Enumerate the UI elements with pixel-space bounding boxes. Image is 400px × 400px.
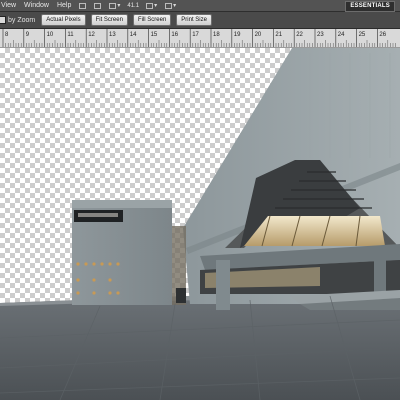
ruler-tick-label: 16 [171, 32, 178, 38]
ruler-tick-label: 26 [379, 32, 386, 38]
ruler-tick-label: 11 [67, 32, 74, 38]
ruler-tick-label: 9 [26, 32, 30, 38]
arrange-icon [146, 2, 154, 9]
bridge-button[interactable] [77, 2, 88, 10]
ruler-tick-label: 21 [275, 32, 282, 38]
ruler-tick-label: 22 [296, 32, 303, 38]
view-extras-button[interactable]: ▾ [107, 2, 122, 10]
minibridge-button[interactable] [92, 2, 103, 10]
column-right [374, 258, 386, 294]
ruler-tick-label: 10 [47, 32, 54, 38]
screen-mode-icon [165, 2, 173, 9]
ruler-tick-label: 18 [213, 32, 220, 38]
column-left [216, 260, 230, 310]
building-photo [0, 48, 400, 400]
ruler-tick-label: 14 [130, 32, 137, 38]
ruler-tick-label: 24 [338, 32, 345, 38]
ruler-tick-label: 17 [192, 32, 199, 38]
options-bar: by Zoom Actual Pixels Fit Screen Fill Sc… [0, 12, 400, 29]
ruler-tick-label: 12 [88, 32, 95, 38]
ruler-tick-label: 13 [109, 32, 116, 38]
horizontal-ruler[interactable]: 8 9 10 11 12 13 14 15 16 17 18 19 20 21 22 23 24 25 26 [0, 29, 400, 48]
workspace-switcher[interactable]: ESSENTIALS [345, 1, 395, 12]
bridge-icon [79, 2, 87, 9]
scrubby-zoom-checkbox[interactable] [0, 16, 6, 24]
screen-mode-button[interactable]: ▾ [163, 2, 178, 10]
ruler-tick-label: 15 [151, 32, 158, 38]
zoom-level[interactable]: 41.1 [127, 3, 139, 9]
menu-view[interactable]: View [0, 0, 20, 11]
actual-pixels-button[interactable]: Actual Pixels [41, 14, 86, 26]
view-extras-icon [109, 2, 117, 9]
ruler-tick-label: 23 [317, 32, 324, 38]
ruler-tick-label: 25 [359, 32, 366, 38]
scrubby-zoom-label: by Zoom [8, 16, 36, 24]
ruler-tick-label: 19 [234, 32, 241, 38]
fill-screen-button[interactable]: Fill Screen [132, 14, 172, 26]
menu-window[interactable]: Window [20, 0, 53, 11]
minibridge-icon [94, 2, 102, 9]
arrange-documents-button[interactable]: ▾ [144, 2, 159, 10]
document-canvas[interactable] [0, 48, 400, 400]
fit-screen-button[interactable]: Fit Screen [90, 14, 128, 26]
ruler-ticks: 8 9 10 11 12 13 14 15 16 17 18 19 20 21 22 23 24 25 26 [2, 29, 396, 47]
glowing-windows [244, 216, 385, 246]
ruler-tick-label: 8 [5, 32, 9, 38]
print-size-button[interactable]: Print Size [176, 14, 212, 26]
menu-help[interactable]: Help [53, 0, 75, 11]
menu-bar: View Window Help ▾ 41.1 ▾ ▾ ESSENTIALS [0, 0, 400, 12]
ruler-tick-label: 20 [255, 32, 262, 38]
